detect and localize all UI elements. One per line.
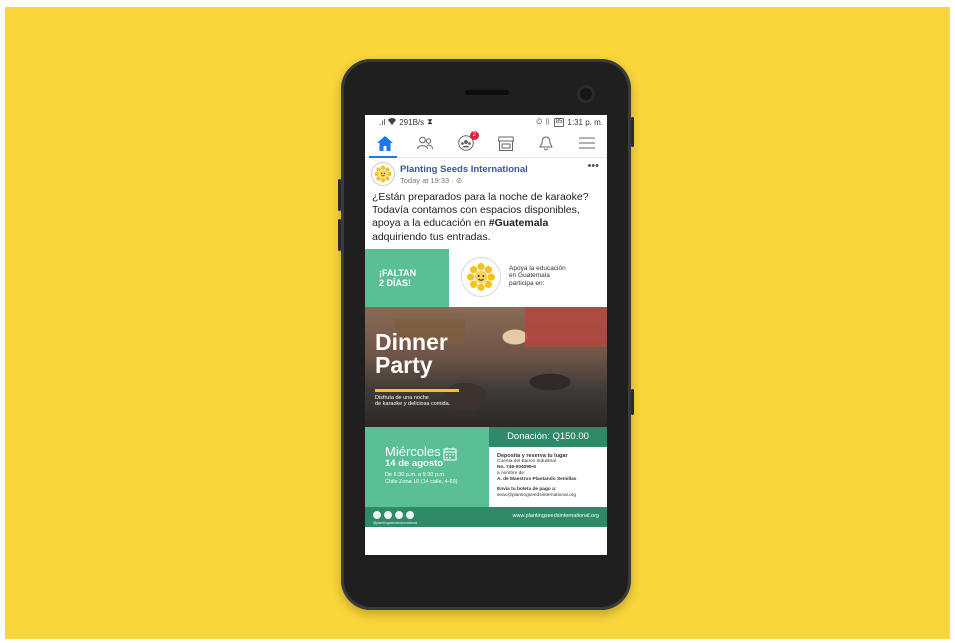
sunflower-logo-icon [374, 165, 392, 183]
event-location: Chile Zona 10 (14 calle, 4-69) [385, 478, 458, 485]
twitter-icon [406, 510, 414, 519]
volume-up-button [338, 179, 341, 211]
dinner-party-title: Dinner Party [375, 328, 448, 378]
network-speed: 291B/s [399, 117, 425, 127]
youtube-icon [395, 510, 403, 519]
photo-wall [525, 306, 607, 347]
signal-icon: .ıl [379, 117, 386, 127]
status-bar: .ıl 291B/s ⧗ ⏲ ▯ 85 1:31 p. m. [365, 115, 607, 129]
event-time: De 6:30 p.m. a 9:30 p.m. [385, 471, 446, 478]
title-underline [375, 388, 459, 392]
post-text-line: ¿Están preparados para la noche de karao… [372, 191, 589, 203]
post-time-text: Today at 19:33 · [400, 175, 456, 185]
event-time-location: De 6:30 p.m. a 9:30 p.m. Chile Zona 10 (… [385, 472, 457, 486]
calendar-icon [443, 447, 457, 466]
notification-badge: 2 [469, 131, 479, 140]
wifi-icon [388, 117, 397, 127]
clock-time: 1:31 p. m. [567, 117, 603, 127]
side-button [631, 389, 634, 415]
countdown-block: ¡FALTAN 2 DÍAS! [365, 248, 449, 307]
power-button [631, 117, 634, 147]
battery-icon: 85 [553, 117, 565, 127]
groups-icon[interactable]: 2 [456, 131, 479, 153]
alarm-vibrate-icons: ⏲ ▯ [536, 117, 551, 126]
hashtag-link[interactable]: #Guatemala [489, 217, 549, 229]
friends-icon[interactable] [415, 133, 435, 153]
phone-device: .ıl 291B/s ⧗ ⏲ ▯ 85 1:31 p. m. 2 Plantin… [338, 59, 634, 610]
deposit-email: seac@plantingseedsinternational.org [497, 492, 577, 498]
post-text-line: apoya a la educación en #Guatemala [372, 217, 601, 230]
social-icons [373, 510, 414, 519]
website-url: www.plantingseedsinternational.org [512, 512, 599, 519]
phone-screen: .ıl 291B/s ⧗ ⏲ ▯ 85 1:31 p. m. 2 Plantin… [365, 115, 607, 555]
flyer-footer: @plantingseedsinternational www.planting… [365, 506, 607, 527]
post-timestamp: Today at 19:33 · ⊘ [400, 176, 528, 185]
post-text-line: Todavía contamos con espacios disponible… [372, 204, 580, 217]
support-text-line: en Guatemala [509, 272, 550, 280]
more-options-icon[interactable]: ••• [587, 160, 599, 172]
hourglass-icon: ⧗ [427, 117, 433, 126]
post-flyer-image[interactable]: ¡FALTAN 2 DÍAS! Apoya la educación en Gu… [365, 248, 607, 527]
earpiece [465, 90, 509, 95]
globe-icon: ⊘ [455, 175, 463, 185]
flyer-logo-icon [461, 256, 501, 297]
post-header: Planting Seeds International Today at 19… [365, 158, 607, 188]
volume-down-button [338, 219, 341, 251]
event-description: Disfruta de una noche de karaoke y delic… [375, 395, 450, 408]
countdown-line: 2 DÍAS! [379, 277, 412, 288]
page-avatar[interactable] [371, 162, 395, 186]
home-icon[interactable] [375, 133, 395, 153]
page-name[interactable]: Planting Seeds International [400, 164, 528, 175]
title-line: Dinner [375, 328, 448, 355]
menu-icon[interactable] [577, 133, 597, 153]
countdown-line: ¡FALTAN [379, 267, 417, 278]
post-text: ¿Están preparados para la noche de karao… [365, 188, 607, 249]
marketplace-icon[interactable] [496, 133, 516, 153]
title-line: Party [375, 351, 433, 378]
support-text: Apoya la educación en Guatemala particip… [509, 265, 566, 288]
social-handle: @plantingseedsinternational [373, 520, 418, 525]
notifications-icon[interactable] [536, 133, 556, 153]
deposit-info-box: Deposita y reserva tu lugar Cuenta del B… [489, 446, 607, 507]
instagram-icon [384, 510, 392, 519]
donation-banner: Donación: Q150.00 [489, 426, 607, 447]
support-text-line: participa en: [509, 279, 545, 287]
description-line: de karaoke y deliciosa comida. [375, 401, 451, 408]
post-text-segment: apoya a la educación en [372, 217, 489, 230]
facebook-nav-bar: 2 [365, 129, 607, 158]
front-camera [577, 85, 595, 103]
post-text-line: adquiriendo tus entradas. [372, 230, 491, 243]
support-text-line: Apoya la educación [509, 264, 566, 272]
facebook-icon [373, 510, 381, 519]
